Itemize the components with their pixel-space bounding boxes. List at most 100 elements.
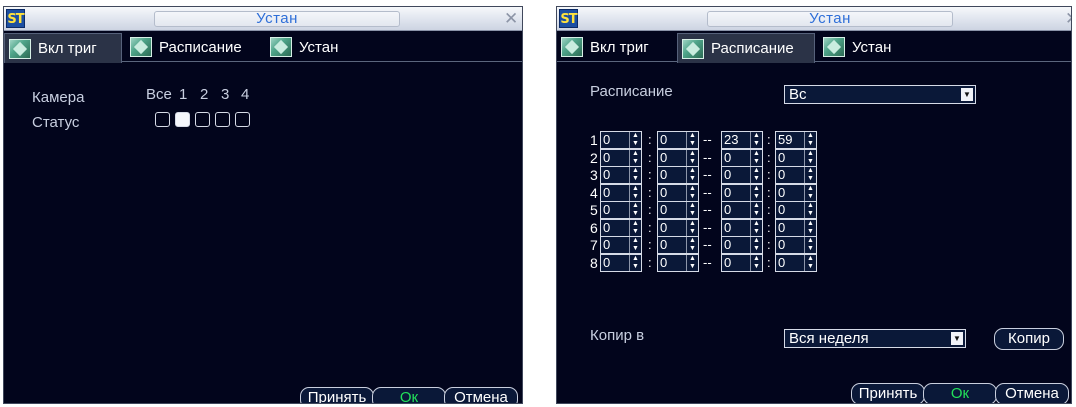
spin-arrows-icon[interactable]: ▲ ▼	[804, 167, 816, 183]
colon-separator: :	[767, 150, 771, 165]
spin-arrows-icon[interactable]: ▲ ▼	[804, 220, 816, 236]
tab-label: Расписание	[711, 40, 794, 57]
settings-window-trigger: ST Устан ✕ Вкл триг Расписание Устан Кам…	[3, 6, 523, 404]
end-h-spinbox[interactable]: 0 ▲ ▼	[721, 201, 763, 219]
start-m-spinbox[interactable]: 0 ▲ ▼	[657, 149, 699, 167]
tab-trigger[interactable]: Вкл триг	[557, 33, 675, 61]
start-h-spinbox[interactable]: 0 ▲ ▼	[600, 201, 642, 219]
tab-trigger[interactable]: Вкл триг	[4, 33, 122, 63]
spin-arrows-icon[interactable]: ▲ ▼	[804, 132, 816, 148]
start-h-spinbox[interactable]: 0 ▲ ▼	[600, 236, 642, 254]
start-m-spinbox[interactable]: 0 ▲ ▼	[657, 184, 699, 202]
spinbox-value: 0	[778, 150, 786, 165]
spin-arrows-icon[interactable]: ▲ ▼	[629, 167, 641, 183]
spin-arrows-icon[interactable]: ▲ ▼	[804, 185, 816, 201]
status-checkbox-3[interactable]	[215, 112, 230, 127]
close-icon[interactable]: ✕	[504, 7, 518, 31]
apply-button[interactable]: Принять	[300, 387, 374, 403]
spin-arrows-icon[interactable]: ▲ ▼	[750, 185, 762, 201]
colon-separator: :	[648, 132, 652, 147]
status-checkbox-1[interactable]	[175, 112, 190, 127]
spin-arrows-icon[interactable]: ▲ ▼	[750, 167, 762, 183]
start-h-spinbox[interactable]: 0 ▲ ▼	[600, 219, 642, 237]
end-m-spinbox[interactable]: 0 ▲ ▼	[775, 166, 817, 184]
spin-arrows-icon[interactable]: ▲ ▼	[686, 237, 698, 253]
spin-arrows-icon[interactable]: ▲ ▼	[629, 185, 641, 201]
start-m-spinbox[interactable]: 0 ▲ ▼	[657, 201, 699, 219]
spin-arrows-icon[interactable]: ▲ ▼	[686, 150, 698, 166]
status-checkbox-all[interactable]	[155, 112, 170, 127]
status-checkbox-4[interactable]	[235, 112, 250, 127]
spin-arrows-icon[interactable]: ▲ ▼	[629, 255, 641, 271]
close-icon[interactable]: ✕	[1065, 7, 1071, 31]
apply-button[interactable]: Принять	[851, 383, 925, 403]
ok-button[interactable]: Ок	[923, 383, 997, 403]
cancel-button[interactable]: Отмена	[995, 383, 1069, 403]
spin-arrows-icon[interactable]: ▲ ▼	[629, 202, 641, 218]
end-m-spinbox[interactable]: 0 ▲ ▼	[775, 184, 817, 202]
spin-arrows-icon[interactable]: ▲ ▼	[686, 255, 698, 271]
spinbox-value: 0	[603, 202, 611, 217]
start-m-spinbox[interactable]: 0 ▲ ▼	[657, 166, 699, 184]
end-m-spinbox[interactable]: 0 ▲ ▼	[775, 219, 817, 237]
spin-arrows-icon[interactable]: ▲ ▼	[750, 132, 762, 148]
settings-tab-icon	[130, 37, 152, 57]
end-m-spinbox[interactable]: 0 ▲ ▼	[775, 149, 817, 167]
app-logo-icon: ST	[6, 9, 25, 28]
spin-arrows-icon[interactable]: ▲ ▼	[750, 237, 762, 253]
spin-arrows-icon[interactable]: ▲ ▼	[804, 202, 816, 218]
spin-arrows-icon[interactable]: ▲ ▼	[750, 220, 762, 236]
status-checkbox-2[interactable]	[195, 112, 210, 127]
ok-button[interactable]: Ок	[372, 387, 446, 403]
spin-arrows-icon[interactable]: ▲ ▼	[804, 237, 816, 253]
end-h-spinbox[interactable]: 23 ▲ ▼	[721, 131, 763, 149]
spin-arrows-icon[interactable]: ▲ ▼	[750, 202, 762, 218]
start-h-spinbox[interactable]: 0 ▲ ▼	[600, 149, 642, 167]
spin-arrows-icon[interactable]: ▲ ▼	[686, 220, 698, 236]
end-h-spinbox[interactable]: 0 ▲ ▼	[721, 184, 763, 202]
tab-setup[interactable]: Устан	[819, 33, 919, 61]
tab-schedule[interactable]: Расписание	[126, 33, 261, 61]
spin-arrows-icon[interactable]: ▲ ▼	[686, 132, 698, 148]
colon-separator: :	[767, 220, 771, 235]
spinbox-value: 0	[778, 237, 786, 252]
end-h-spinbox[interactable]: 0 ▲ ▼	[721, 254, 763, 272]
spin-arrows-icon[interactable]: ▲ ▼	[804, 255, 816, 271]
cancel-button[interactable]: Отмена	[444, 387, 518, 403]
start-m-spinbox[interactable]: 0 ▲ ▼	[657, 236, 699, 254]
end-h-spinbox[interactable]: 0 ▲ ▼	[721, 236, 763, 254]
spin-arrows-icon[interactable]: ▲ ▼	[629, 150, 641, 166]
spin-arrows-icon[interactable]: ▲ ▼	[686, 185, 698, 201]
spin-arrows-icon[interactable]: ▲ ▼	[686, 202, 698, 218]
end-m-spinbox[interactable]: 59 ▲ ▼	[775, 131, 817, 149]
end-m-spinbox[interactable]: 0 ▲ ▼	[775, 254, 817, 272]
spinbox-value: 0	[603, 255, 611, 270]
end-h-spinbox[interactable]: 0 ▲ ▼	[721, 166, 763, 184]
tab-schedule[interactable]: Расписание	[677, 33, 815, 63]
start-h-spinbox[interactable]: 0 ▲ ▼	[600, 131, 642, 149]
end-h-spinbox[interactable]: 0 ▲ ▼	[721, 149, 763, 167]
spin-arrows-icon[interactable]: ▲ ▼	[629, 132, 641, 148]
spin-arrows-icon[interactable]: ▲ ▼	[750, 150, 762, 166]
end-h-spinbox[interactable]: 0 ▲ ▼	[721, 219, 763, 237]
spin-arrows-icon[interactable]: ▲ ▼	[629, 220, 641, 236]
copy-to-select[interactable]: Вся неделя ▼	[784, 329, 966, 348]
end-m-spinbox[interactable]: 0 ▲ ▼	[775, 236, 817, 254]
spin-arrows-icon[interactable]: ▲ ▼	[686, 167, 698, 183]
spinbox-value: 0	[660, 150, 668, 165]
start-m-spinbox[interactable]: 0 ▲ ▼	[657, 219, 699, 237]
start-h-spinbox[interactable]: 0 ▲ ▼	[600, 254, 642, 272]
schedule-day-select[interactable]: Вс ▼	[784, 85, 976, 104]
end-m-spinbox[interactable]: 0 ▲ ▼	[775, 201, 817, 219]
tab-setup[interactable]: Устан	[266, 33, 366, 61]
copy-button[interactable]: Копир	[994, 328, 1064, 350]
row-number: 2	[590, 150, 598, 166]
spinbox-value: 0	[603, 132, 611, 147]
start-h-spinbox[interactable]: 0 ▲ ▼	[600, 184, 642, 202]
spin-arrows-icon[interactable]: ▲ ▼	[750, 255, 762, 271]
spin-arrows-icon[interactable]: ▲ ▼	[629, 237, 641, 253]
start-h-spinbox[interactable]: 0 ▲ ▼	[600, 166, 642, 184]
spin-arrows-icon[interactable]: ▲ ▼	[804, 150, 816, 166]
start-m-spinbox[interactable]: 0 ▲ ▼	[657, 254, 699, 272]
start-m-spinbox[interactable]: 0 ▲ ▼	[657, 131, 699, 149]
